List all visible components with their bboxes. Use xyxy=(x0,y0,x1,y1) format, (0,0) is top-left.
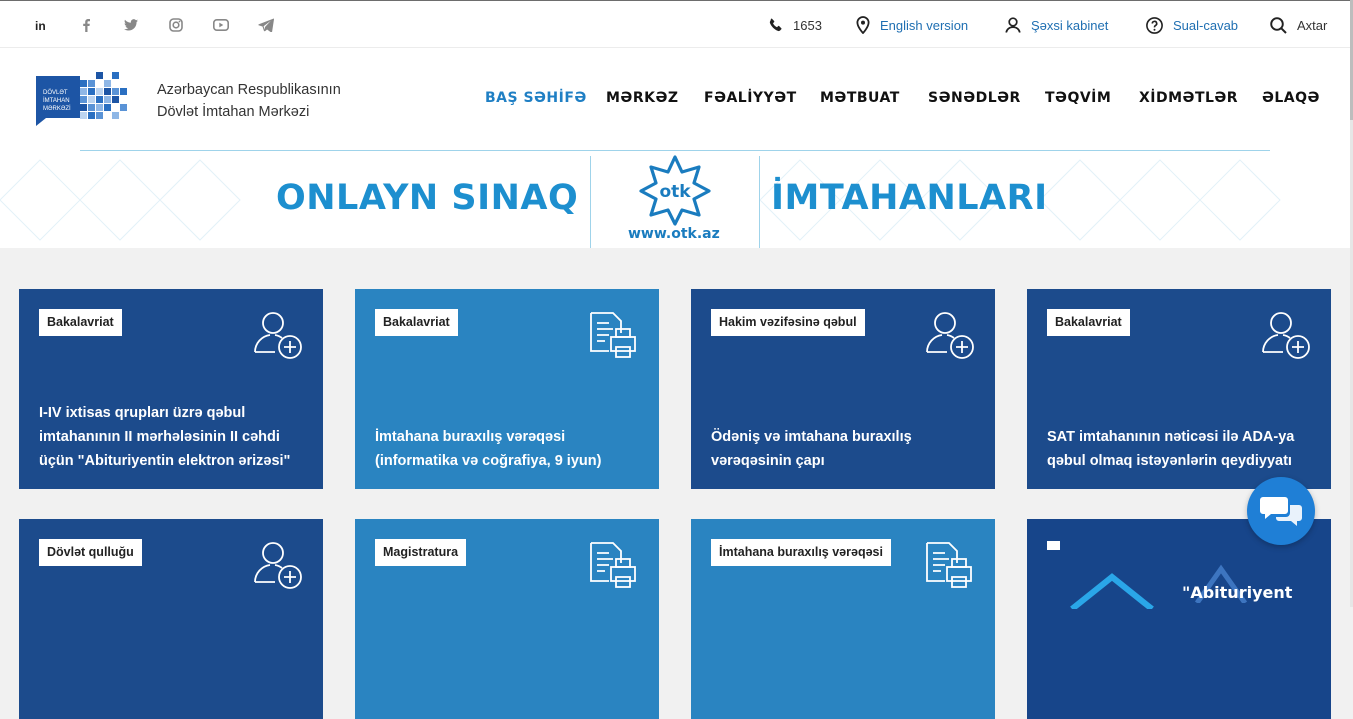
linkedin-icon[interactable]: in xyxy=(31,15,51,35)
card-service-5[interactable]: Dövlət qulluğu xyxy=(19,519,323,719)
document-print-icon xyxy=(590,312,636,358)
banner-divider-left xyxy=(590,156,591,248)
card-badge: Bakalavriat xyxy=(1047,309,1130,336)
user-add-icon xyxy=(1262,312,1310,359)
twitter-icon[interactable] xyxy=(121,15,141,35)
phone-link[interactable]: 1653 xyxy=(769,15,822,35)
location-pin-icon xyxy=(856,16,870,34)
card-service-3[interactable]: Hakim vəzifəsinə qəbul Ödəniş və imtahan… xyxy=(691,289,995,489)
card-badge: Bakalavriat xyxy=(39,309,122,336)
logo-text-3: MƏRKƏZİ xyxy=(43,105,71,112)
card-title: I-IV ixtisas qrupları üzrə qəbul imtahan… xyxy=(39,405,291,469)
youtube-icon[interactable] xyxy=(211,15,231,35)
card-title: İmtahana buraxılış vərəqəsi (informatika… xyxy=(375,429,602,469)
search-icon xyxy=(1270,16,1287,34)
site-header: DÖVLƏT İMTAHAN MƏRKƏZİ Azərbaycan Respub… xyxy=(0,48,1350,150)
english-version-link[interactable]: English version xyxy=(856,15,968,35)
user-icon xyxy=(1005,17,1021,33)
english-version-label: English version xyxy=(880,17,969,33)
top-bar: in 1653 English version Şəxsi kabinet Su… xyxy=(0,0,1350,48)
card-service-2[interactable]: Bakalavriat İmtahana buraxılış vərəqəsi … xyxy=(355,289,659,489)
chat-button[interactable] xyxy=(1247,477,1315,545)
document-print-icon xyxy=(590,542,636,588)
card-service-7[interactable]: İmtahana buraxılış vərəqəsi xyxy=(691,519,995,719)
card-badge: Dövlət qulluğu xyxy=(39,539,142,566)
nav-documents[interactable]: SƏNƏDLƏR xyxy=(928,90,1021,106)
otk-star-logo-icon: otk xyxy=(639,155,711,226)
site-title[interactable]: Azərbaycan Respublikasının Dövlət İmtaha… xyxy=(157,79,341,123)
card-title: SAT imtahanının nəticəsi ilə ADA-ya qəbu… xyxy=(1047,429,1295,469)
faq-label: Sual-cavab xyxy=(1173,17,1239,33)
banner-right-text: İMTAHANLARI xyxy=(771,178,1048,218)
nav-activity[interactable]: FƏALİYYƏT xyxy=(704,90,797,106)
personal-cabinet-label: Şəxsi kabinet xyxy=(1031,17,1109,33)
nav-services[interactable]: XİDMƏTLƏR xyxy=(1139,90,1238,106)
search-label: Axtar xyxy=(1297,17,1328,33)
search-link[interactable]: Axtar xyxy=(1270,15,1327,35)
card-promo-abituriyent[interactable]: "Abituriyent xyxy=(1027,519,1331,719)
nav-contact[interactable]: ƏLAQƏ xyxy=(1262,90,1320,106)
phone-number: 1653 xyxy=(793,17,822,33)
logo-mosaic-icon: DÖVLƏT İMTAHAN MƏRKƏZİ xyxy=(36,72,127,126)
user-add-icon xyxy=(926,312,974,359)
user-add-icon xyxy=(254,312,302,359)
user-add-icon xyxy=(254,542,302,589)
card-service-1[interactable]: Bakalavriat I-IV ixtisas qrupları üzrə q… xyxy=(19,289,323,489)
card-badge: Magistratura xyxy=(375,539,467,566)
personal-cabinet-link[interactable]: Şəxsi kabinet xyxy=(1005,15,1108,35)
telegram-icon[interactable] xyxy=(256,15,276,35)
otk-banner[interactable]: ONLAYN SINAQ otk www.otk.az İMTAHANLARI xyxy=(0,150,1350,248)
document-print-icon xyxy=(926,542,972,588)
chat-bubbles-icon xyxy=(1260,497,1302,526)
faq-link[interactable]: Sual-cavab xyxy=(1146,15,1238,35)
nav-home[interactable]: BAŞ SƏHİFƏ xyxy=(485,90,587,106)
otk-logo-text: otk xyxy=(659,182,691,202)
nav-press[interactable]: MƏTBUAT xyxy=(820,90,900,106)
card-title: Ödəniş və imtahana buraxılış vərəqəsinin… xyxy=(711,429,912,469)
nav-center[interactable]: MƏRKƏZ xyxy=(606,90,679,106)
card-badge: İmtahana buraxılış vərəqəsi xyxy=(711,539,891,566)
banner-divider-right xyxy=(759,156,760,248)
nav-calendar[interactable]: TƏQVİM xyxy=(1045,90,1111,106)
site-title-line2: Dövlət İmtahan Mərkəzi xyxy=(157,104,310,120)
card-service-4[interactable]: Bakalavriat SAT imtahanının nəticəsi ilə… xyxy=(1027,289,1331,489)
dim-logo[interactable]: DÖVLƏT İMTAHAN MƏRKƏZİ xyxy=(34,68,130,132)
banner-left-text: ONLAYN SINAQ xyxy=(276,178,579,218)
page: in 1653 English version Şəxsi kabinet Su… xyxy=(0,0,1350,719)
otk-url[interactable]: www.otk.az xyxy=(628,226,720,242)
site-title-line1: Azərbaycan Respublikasının xyxy=(157,82,341,98)
logo-text-2: İMTAHAN xyxy=(43,97,70,104)
card-badge: Hakim vəzifəsinə qəbul xyxy=(711,309,865,336)
instagram-icon[interactable] xyxy=(166,15,186,35)
card-badge: Bakalavriat xyxy=(375,309,458,336)
logo-text-1: DÖVLƏT xyxy=(43,89,68,96)
promo-flag-icon xyxy=(1047,541,1060,550)
svg-text:in: in xyxy=(35,19,46,32)
card-service-6[interactable]: Magistratura xyxy=(355,519,659,719)
promo-text: "Abituriyent xyxy=(1182,583,1293,602)
question-circle-icon xyxy=(1146,16,1163,34)
facebook-icon[interactable] xyxy=(76,15,96,35)
banner-top-line xyxy=(80,150,1270,151)
phone-icon xyxy=(769,18,782,32)
